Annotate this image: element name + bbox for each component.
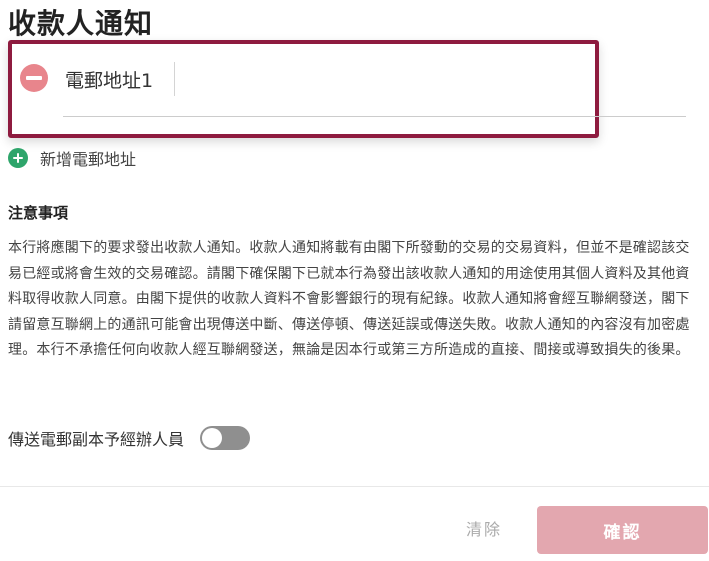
page-title: 收款人通知 bbox=[8, 7, 154, 40]
add-email-label: 新增電郵地址 bbox=[40, 150, 137, 169]
footer-divider bbox=[0, 486, 709, 487]
toggle-knob bbox=[202, 428, 223, 448]
copy-toggle-label: 傳送電郵副本予經辦人員 bbox=[8, 430, 185, 449]
clear-button[interactable]: 清除 bbox=[466, 516, 502, 540]
email-field-label: 電郵地址1 bbox=[65, 70, 154, 92]
copy-toggle-switch[interactable] bbox=[200, 426, 251, 450]
notes-body: 本行將應閣下的要求發出收款人通知。收款人通知將載有由閣下所發動的交易的交易資料，… bbox=[8, 240, 690, 359]
notes-heading: 注意事項 bbox=[8, 204, 69, 222]
email-entry-card: 電郵地址1 bbox=[8, 40, 599, 138]
copy-toggle-row: 傳送電郵副本予經辦人員 bbox=[8, 426, 251, 450]
email-field[interactable] bbox=[63, 116, 686, 117]
plus-circle-icon bbox=[8, 148, 28, 168]
payee-notification-page: 收款人通知 電郵地址1 新增電郵地址 注意事項 本行將應閣下的要求發出收款人通知… bbox=[0, 0, 709, 561]
confirm-button[interactable]: 確認 bbox=[537, 506, 708, 554]
add-email-button[interactable]: 新增電郵地址 bbox=[8, 147, 136, 169]
email-text-cursor bbox=[174, 62, 175, 96]
remove-email-icon[interactable] bbox=[20, 64, 48, 92]
